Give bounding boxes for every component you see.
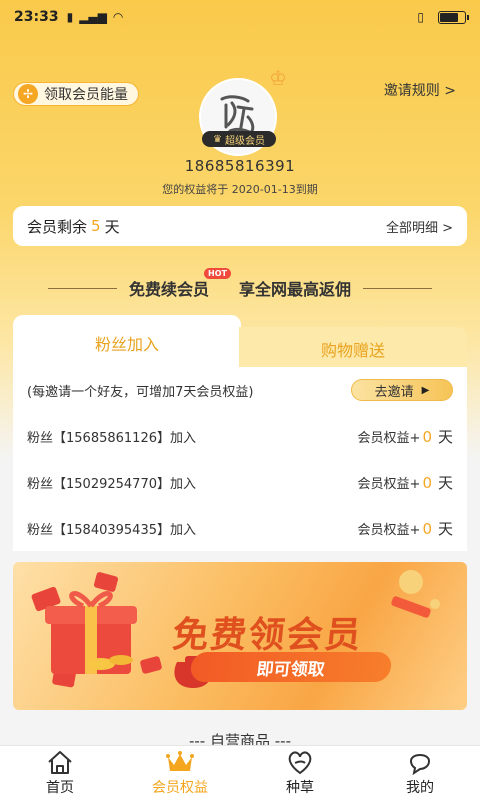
claim-energy-label: 领取会员能量 (44, 87, 128, 103)
list-item: 粉丝【15029254770】加入 会员权益+ 0 天 (13, 459, 467, 505)
fan-label: 粉丝【15029254770】加入 (27, 476, 196, 492)
signal-icon: ▂▄▆ (79, 10, 107, 24)
sim-icon: ▮ (66, 10, 74, 24)
benefit-prefix: 会员权益+ (357, 430, 421, 446)
divider-right (363, 287, 432, 289)
battery-icon (438, 10, 469, 24)
go-invite-button[interactable]: 去邀请 ▶ (351, 379, 453, 401)
free-renew-text: 免费续会员 HOT (128, 268, 231, 300)
free-membership-banner[interactable]: 免费领会员 即可领取 (13, 562, 467, 710)
vip-badge-label: 超级会员 (224, 135, 265, 147)
claim-energy-button[interactable]: ✢ 领取会员能量 (13, 82, 139, 106)
remain-unit: 天 (104, 217, 120, 236)
status-right: ▯ (417, 10, 469, 24)
divider-left (48, 287, 117, 289)
crown-icon: ♔ (269, 66, 287, 90)
all-details-link[interactable]: 全部明细 > (386, 217, 453, 236)
bottom-nav: 首页 会员权益 种草 我的 (0, 745, 480, 800)
expire-text: 您的权益将于 2020-01-13到期 (162, 183, 318, 196)
fan-benefit: 会员权益+ 0 天 (358, 518, 453, 539)
fan-icon: ✢ (18, 84, 38, 104)
tab-fans-join[interactable]: 粉丝加入 (13, 315, 241, 371)
membership-remaining-card: 会员剩余 5 天 全部明细 > (13, 206, 467, 246)
benefit-unit: 天 (437, 519, 453, 538)
vibrate-icon: ▯ (417, 10, 424, 24)
benefit-prefix: 会员权益+ (357, 476, 421, 492)
home-icon (48, 751, 72, 774)
hot-badge: HOT (204, 268, 231, 279)
go-invite-label: 去邀请 (374, 384, 414, 400)
remain-days: 5 (91, 217, 101, 235)
list-item: 粉丝【15685861126】加入 会员权益+ 0 天 (13, 413, 467, 459)
vip-badge: ♛ 超级会员 (202, 131, 276, 147)
profile-icon (409, 754, 431, 775)
status-bar: 23:33 ▮ ▂▄▆ ◠ ▯ (0, 0, 480, 34)
nav-mine-label: 我的 (406, 780, 434, 796)
tab-bar: 粉丝加入 购物赠送 (13, 315, 467, 371)
benefit-value: 0 (422, 473, 432, 492)
user-phone: 18685816391 (184, 157, 296, 175)
fan-benefit: 会员权益+ 0 天 (358, 426, 453, 447)
claim-now-button[interactable]: 即可领取 (189, 652, 393, 682)
fan-label: 粉丝【15840395435】加入 (27, 522, 196, 538)
promo-line: 免费续会员 HOT 享全网最高返佣 (48, 268, 432, 300)
benefit-value: 0 (422, 519, 432, 538)
fans-list-card: (每邀请一个好友，可增加7天会员权益) 去邀请 ▶ 粉丝【15685861126… (13, 367, 467, 551)
nav-home[interactable]: 首页 (0, 746, 120, 800)
play-arrow-icon: ▶ (421, 384, 430, 396)
crown-icon (166, 751, 194, 771)
fan-label: 粉丝【15685861126】加入 (27, 430, 196, 446)
max-commission-text: 享全网最高返佣 (239, 280, 352, 299)
nav-grass[interactable]: 种草 (240, 746, 360, 800)
benefit-value: 0 (422, 427, 432, 446)
avatar-container[interactable]: ♔ ♛ 超级会员 (199, 66, 287, 162)
tab-shopping-gift[interactable]: 购物赠送 (239, 327, 467, 371)
benefit-unit: 天 (437, 427, 453, 446)
nav-member-benefits[interactable]: 会员权益 (120, 746, 240, 800)
invite-rules-link[interactable]: 邀请规则 > (384, 80, 456, 100)
nav-mine[interactable]: 我的 (360, 746, 480, 800)
vip-crown-icon: ♛ (213, 133, 222, 145)
status-time: 23:33 (14, 9, 59, 25)
invite-hint: (每邀请一个好友，可增加7天会员权益) (27, 384, 254, 400)
heart-leaf-icon (288, 751, 312, 775)
nav-grass-label: 种草 (286, 780, 314, 796)
nav-member-benefits-label: 会员权益 (152, 780, 208, 796)
fan-benefit: 会员权益+ 0 天 (358, 472, 453, 493)
wifi-icon: ◠ (112, 10, 124, 24)
nav-home-label: 首页 (46, 780, 74, 796)
free-renew-label: 免费续会员 (128, 280, 209, 299)
benefit-unit: 天 (437, 473, 453, 492)
benefit-prefix: 会员权益+ (357, 522, 421, 538)
list-item: 粉丝【15840395435】加入 会员权益+ 0 天 (13, 505, 467, 551)
banner-title: 免费领会员 (170, 615, 365, 656)
remain-label: 会员剩余 (27, 217, 88, 236)
